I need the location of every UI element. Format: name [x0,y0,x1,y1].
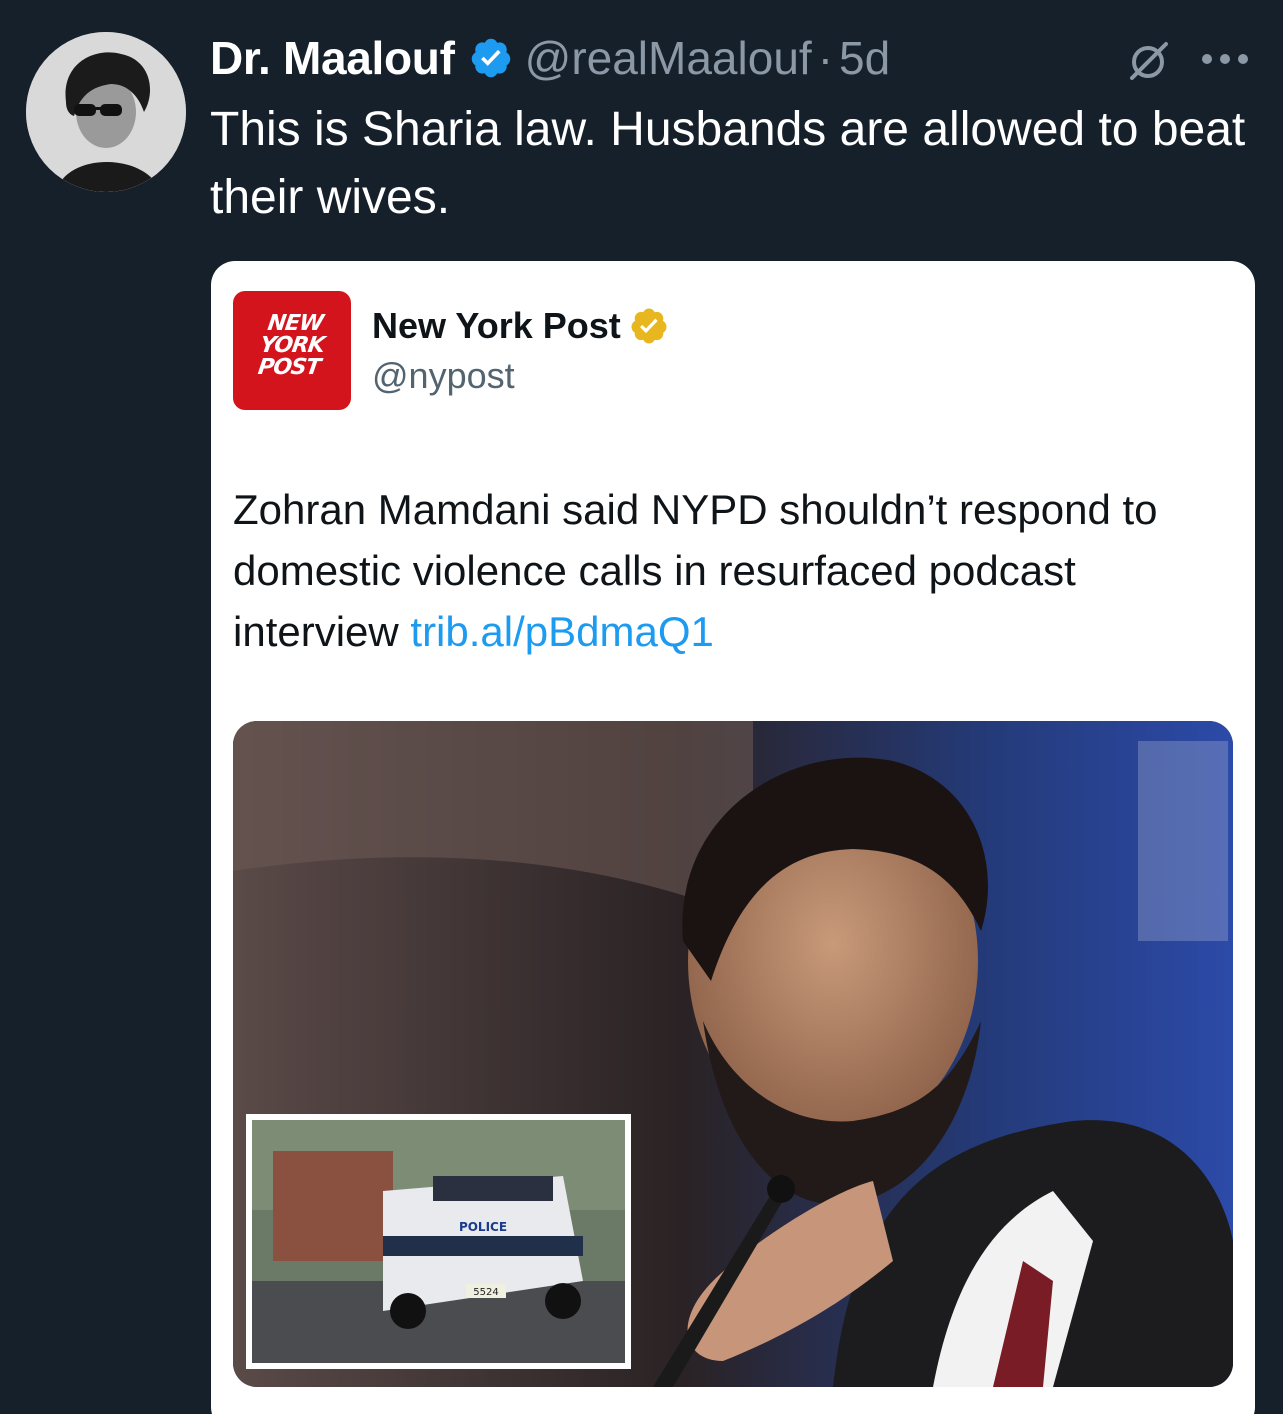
verified-badge-icon[interactable] [469,36,513,80]
tweet-header: Dr. Maalouf @realMaalouf · 5d [210,28,890,88]
quoted-tweet-card[interactable]: NEW YORK POST New York Post @nypost Zohr… [211,261,1255,1414]
quoted-author-name[interactable]: New York Post [372,305,621,347]
author-avatar[interactable] [26,32,186,192]
author-handle[interactable]: @realMaalouf [525,31,812,85]
grok-icon[interactable] [1126,38,1172,84]
author-name[interactable]: Dr. Maalouf [210,31,455,85]
more-icon[interactable] [1198,44,1252,74]
tweet-time[interactable]: 5d [839,31,890,85]
media-illustration: POLICE 5524 [233,721,1233,1387]
quoted-author-name-row[interactable]: New York Post [372,305,669,347]
avatar-image [26,32,186,192]
tweet-text: This is Sharia law. Husbands are allowed… [210,103,1246,224]
quoted-author-handle[interactable]: @nypost [372,355,515,397]
nypost-logo-text: NEW YORK POST [228,311,355,380]
logo-line-3: POST [256,355,322,380]
quoted-tweet-text: Zohran Mamdani said NYPD shouldn’t respo… [233,479,1233,662]
quoted-media-image[interactable]: POLICE 5524 [233,721,1233,1387]
tweet-view: Dr. Maalouf @realMaalouf · 5d This is Sh… [0,0,1283,1414]
logo-line-1: NEW [266,311,325,336]
gold-verified-badge-icon[interactable] [629,306,669,346]
quoted-link[interactable]: trib.al/pBdmaQ1 [410,608,713,655]
inset-plate-text: 5524 [473,1287,498,1298]
logo-line-2: YORK [258,333,326,358]
inset-police-text: POLICE [459,1220,507,1234]
nypost-logo[interactable]: NEW YORK POST [233,291,351,410]
meta-separator: · [817,32,834,84]
